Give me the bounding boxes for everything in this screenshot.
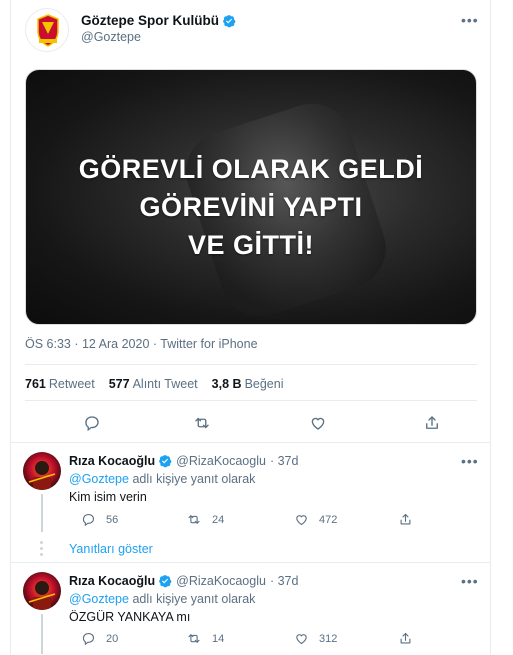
like-icon	[296, 515, 307, 526]
reply-text: ÖZGÜR YANKAYA mı	[69, 610, 191, 624]
more-options-icon[interactable]: •••	[461, 573, 479, 589]
thread-line	[41, 494, 43, 532]
reply-text: Kim isim verin	[69, 490, 147, 504]
avatar-photo	[28, 581, 56, 610]
like-button[interactable]: 472	[294, 512, 337, 527]
thread-line	[41, 614, 43, 654]
divider	[25, 364, 477, 365]
reply-handle[interactable]: @RizaKocaoglu	[176, 574, 266, 588]
reply-handle[interactable]: @RizaKocaoglu	[176, 454, 266, 468]
more-options-icon[interactable]: •••	[461, 12, 479, 28]
share-icon	[400, 513, 411, 525]
divider	[25, 400, 477, 401]
show-replies-link[interactable]: Yanıtları göster	[69, 542, 153, 556]
share-icon	[400, 632, 411, 644]
tweet-timestamp[interactable]: ÖS 6:33 · 12 Ara 2020 · Twitter for iPho…	[25, 337, 258, 351]
tweet-thread: Göztepe Spor Kulübü @Goztepe ••• GÖREVLİ…	[10, 0, 491, 655]
retweet-button[interactable]: 24	[186, 512, 224, 527]
replying-to: @Goztepe adlı kişiye yanıt olarak	[69, 472, 256, 486]
reply-age[interactable]: · 37d	[270, 454, 299, 468]
media-line-2: GÖREVİNİ YAPTI	[139, 192, 363, 222]
avatar-photo	[28, 461, 56, 490]
like-icon	[296, 634, 307, 645]
like-stat[interactable]: 3,8 B Beğeni	[212, 377, 284, 391]
retweet-icon	[188, 634, 200, 643]
retweet-stat[interactable]: 761 Retweet	[25, 377, 95, 391]
share-button[interactable]	[398, 512, 423, 527]
retweet-button[interactable]: 14	[186, 631, 224, 646]
share-button[interactable]	[398, 631, 423, 646]
goztepe-logo-avatar[interactable]	[25, 8, 69, 52]
tweet-actions	[11, 412, 490, 434]
retweet-icon	[188, 515, 200, 524]
quote-tweet-stat[interactable]: 577 Alıntı Tweet	[109, 377, 198, 391]
reply-display-name[interactable]: Rıza Kocaoğlu	[69, 454, 155, 468]
reply-icon	[82, 632, 95, 646]
media-headline: GÖREVLİ OLARAK GELDİ GÖREVİNİ YAPTI VE G…	[26, 150, 476, 264]
reply-icon	[82, 513, 95, 527]
media-line-1: GÖREVLİ OLARAK GELDİ	[78, 154, 424, 184]
reply-icon[interactable]	[81, 412, 103, 434]
verified-badge-icon	[159, 575, 172, 588]
like-button[interactable]: 312	[294, 631, 337, 646]
more-options-icon[interactable]: •••	[461, 453, 479, 469]
replying-to: @Goztepe adlı kişiye yanıt olarak	[69, 592, 256, 606]
avatar[interactable]	[23, 572, 61, 610]
thread-dots	[40, 541, 44, 559]
mention-link[interactable]: @Goztepe	[69, 472, 129, 486]
retweet-icon[interactable]	[191, 412, 213, 434]
tweet-stats: 761 Retweet 577 Alıntı Tweet 3,8 B Beğeni	[25, 377, 284, 391]
avatar[interactable]	[23, 452, 61, 490]
reply-button[interactable]: 56	[81, 512, 118, 527]
like-icon[interactable]	[307, 412, 329, 434]
reply-button[interactable]: 20	[81, 631, 118, 646]
goztepe-logo-icon	[37, 14, 59, 47]
reply-display-name[interactable]: Rıza Kocaoğlu	[69, 574, 155, 588]
reply-age[interactable]: · 37d	[270, 574, 299, 588]
share-icon[interactable]	[421, 412, 443, 434]
media-line-3: VE GİTTİ!	[188, 230, 314, 260]
tweet-media-image[interactable]: GÖREVLİ OLARAK GELDİ GÖREVİNİ YAPTI VE G…	[25, 69, 477, 325]
display-name[interactable]: Göztepe Spor Kulübü	[81, 13, 219, 28]
handle[interactable]: @Goztepe	[81, 30, 141, 44]
divider	[11, 442, 490, 443]
mention-link[interactable]: @Goztepe	[69, 592, 129, 606]
verified-badge-icon	[159, 455, 172, 468]
verified-badge-icon	[223, 14, 236, 27]
divider	[11, 562, 490, 563]
